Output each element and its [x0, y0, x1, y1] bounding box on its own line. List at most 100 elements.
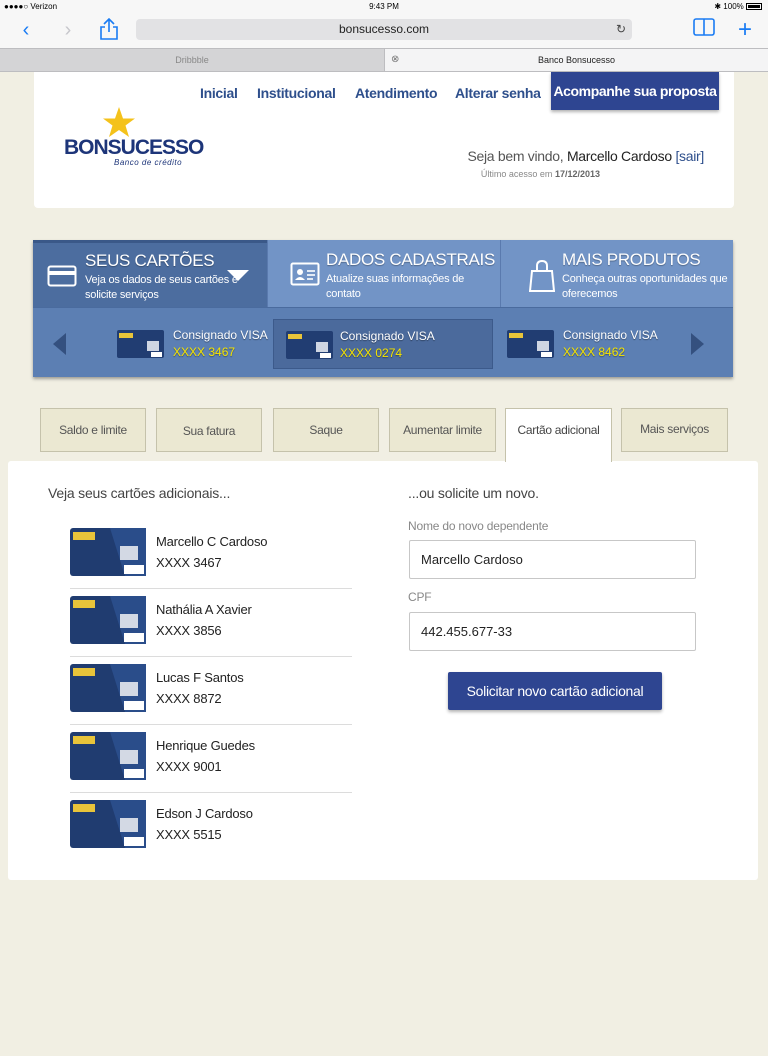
card-holder-name: Lucas F Santos — [156, 670, 244, 685]
card-carousel: Consignado VISA XXXX 3467 Consignado VIS… — [33, 307, 733, 377]
menu-tab-dados-cadastrais[interactable]: DADOS CADASTRAIS Atualize suas informaçõ… — [267, 240, 500, 307]
carousel-prev-icon[interactable] — [53, 333, 66, 355]
menu-tab-seus-cartoes[interactable]: SEUS CARTÕES Veja os dados de seus cartõ… — [33, 240, 267, 307]
url-bar[interactable]: bonsucesso.com ↻ — [136, 19, 632, 40]
acompanhe-proposta-button[interactable]: Acompanhe sua proposta — [551, 72, 719, 110]
dependent-name-input[interactable] — [409, 540, 696, 579]
menu-tab-mais-produtos[interactable]: MAIS PRODUTOS Conheça outras oportunidad… — [500, 240, 733, 307]
carousel-next-icon[interactable] — [691, 333, 704, 355]
list-item[interactable]: Lucas F Santos XXXX 8872 — [70, 657, 352, 725]
menu-tab-subtitle: Conheça outras oportunidades que oferece… — [562, 273, 728, 300]
welcome-prefix: Seja bem vindo, — [467, 148, 564, 164]
share-icon[interactable] — [97, 17, 121, 42]
menu-tab-title: MAIS PRODUTOS — [562, 250, 701, 269]
card-number: XXXX 3467 — [173, 345, 236, 359]
visa-card-thumbnail — [70, 664, 146, 712]
card-number: XXXX 5515 — [156, 827, 222, 842]
last-access-label: Último acesso em — [480, 169, 553, 179]
logo-text: BONSUCESSO — [64, 136, 204, 159]
card-number: XXXX 3467 — [156, 555, 222, 570]
card-holder-name: Marcello C Cardoso — [156, 534, 268, 549]
list-item[interactable]: Henrique Guedes XXXX 9001 — [70, 725, 352, 793]
card-name: Consignado VISA — [340, 329, 435, 343]
tab-cartao-adicional[interactable]: Cartão adicional — [505, 408, 612, 462]
battery-indicator: ✱ 100% — [714, 2, 762, 11]
card-name: Consignado VISA — [563, 328, 658, 342]
browser-tab-bar: Dribbble ⊗ Banco Bonsucesso — [0, 48, 768, 72]
cpf-input[interactable] — [409, 612, 696, 651]
star-icon — [103, 107, 135, 137]
visa-card-thumbnail — [70, 528, 146, 576]
logout-link[interactable]: [sair] — [675, 148, 704, 164]
clock: 9:43 PM — [369, 2, 399, 11]
nav-atendimento[interactable]: Atendimento — [355, 85, 438, 101]
logo-subtitle: Banco de crédito — [114, 158, 183, 167]
bonsucesso-logo[interactable]: BONSUCESSO Banco de crédito — [62, 106, 204, 170]
card-number: XXXX 9001 — [156, 759, 222, 774]
last-access: Último acesso em 17/12/2013 — [481, 169, 600, 179]
battery-percent: 100% — [723, 2, 744, 11]
tab-aumentar-limite[interactable]: Aumentar limite — [389, 408, 496, 452]
site-header: Inicial Institucional Atendimento Altera… — [34, 72, 734, 208]
tab-mais-servicos[interactable]: Mais serviços — [621, 408, 728, 452]
list-item[interactable]: Edson J Cardoso XXXX 5515 — [70, 793, 352, 861]
credit-card-icon — [47, 265, 77, 287]
last-access-date: 17/12/2013 — [554, 169, 600, 179]
card-holder-name: Edson J Cardoso — [156, 806, 253, 821]
card-holder-name: Henrique Guedes — [156, 738, 255, 753]
carousel-card-selected[interactable]: Consignado VISA XXXX 0274 — [273, 319, 493, 369]
visa-card-thumbnail — [70, 596, 146, 644]
url-text: bonsucesso.com — [338, 22, 430, 36]
forward-icon[interactable]: › — [56, 18, 80, 42]
menu-tab-title: SEUS CARTÕES — [85, 251, 215, 270]
request-new-card-button[interactable]: Solicitar novo cartão adicional — [448, 672, 662, 710]
reload-icon[interactable]: ↻ — [616, 19, 626, 40]
main-menu: SEUS CARTÕES Veja os dados de seus cartõ… — [33, 240, 733, 377]
browser-toolbar: ‹ › bonsucesso.com ↻ + — [0, 14, 768, 48]
nav-inicial[interactable]: Inicial — [200, 85, 238, 101]
tab-saque[interactable]: Saque — [273, 408, 379, 452]
additional-cards-heading: Veja seus cartões adicionais... — [48, 485, 231, 501]
new-card-heading: ...ou solicite um novo. — [408, 485, 539, 501]
card-holder-name: Nathália A Xavier — [156, 602, 252, 617]
visa-card-thumbnail — [70, 800, 146, 848]
id-card-icon — [290, 262, 320, 286]
list-item[interactable]: Nathália A Xavier XXXX 3856 — [70, 589, 352, 657]
tab-label: Banco Bonsucesso — [537, 55, 616, 65]
browser-tab-dribbble[interactable]: Dribbble — [0, 49, 384, 71]
visa-card-thumbnail — [286, 331, 333, 359]
nav-institucional[interactable]: Institucional — [257, 85, 336, 101]
back-icon[interactable]: ‹ — [14, 18, 38, 42]
user-name: Marcello Cardoso — [566, 148, 672, 164]
shopping-bag-icon — [529, 259, 555, 292]
chevron-down-icon — [227, 270, 249, 281]
tab-label: Dribbble — [175, 55, 209, 65]
nav-alterar-senha[interactable]: Alterar senha — [455, 85, 541, 101]
ios-status-bar: ●●●●○ Verizon 9:43 PM ✱ 100% — [0, 0, 768, 14]
tab-sua-fatura[interactable]: Sua fatura — [156, 408, 262, 452]
card-name: Consignado VISA — [173, 328, 268, 342]
battery-icon — [746, 3, 762, 10]
card-number: XXXX 8462 — [563, 345, 626, 359]
close-icon[interactable]: ⊗ — [391, 49, 399, 71]
list-item[interactable]: Marcello C Cardoso XXXX 3467 — [70, 521, 352, 589]
additional-card-list: Marcello C Cardoso XXXX 3467 Nathália A … — [70, 521, 352, 861]
visa-card-thumbnail — [117, 330, 164, 358]
carousel-card[interactable]: Consignado VISA XXXX 8462 — [507, 319, 667, 369]
additional-card-panel: Veja seus cartões adicionais... ...ou so… — [8, 461, 758, 880]
bookmarks-icon[interactable] — [692, 18, 716, 42]
carousel-card[interactable]: Consignado VISA XXXX 3467 — [117, 319, 277, 369]
card-number: XXXX 8872 — [156, 691, 222, 706]
visa-card-thumbnail — [507, 330, 554, 358]
card-number: XXXX 0274 — [340, 346, 403, 360]
browser-tab-bonsucesso[interactable]: ⊗ Banco Bonsucesso — [384, 49, 768, 71]
new-tab-icon[interactable]: + — [733, 18, 757, 42]
menu-tab-title: DADOS CADASTRAIS — [326, 250, 496, 269]
menu-tab-subtitle: Atualize suas informações de contato — [326, 273, 465, 300]
cpf-label: CPF — [408, 590, 432, 604]
logout-label: sair — [679, 148, 701, 164]
visa-card-thumbnail — [70, 732, 146, 780]
tab-saldo-limite[interactable]: Saldo e limite — [40, 408, 146, 452]
bluetooth-icon: ✱ — [714, 2, 722, 11]
card-number: XXXX 3856 — [156, 623, 222, 638]
